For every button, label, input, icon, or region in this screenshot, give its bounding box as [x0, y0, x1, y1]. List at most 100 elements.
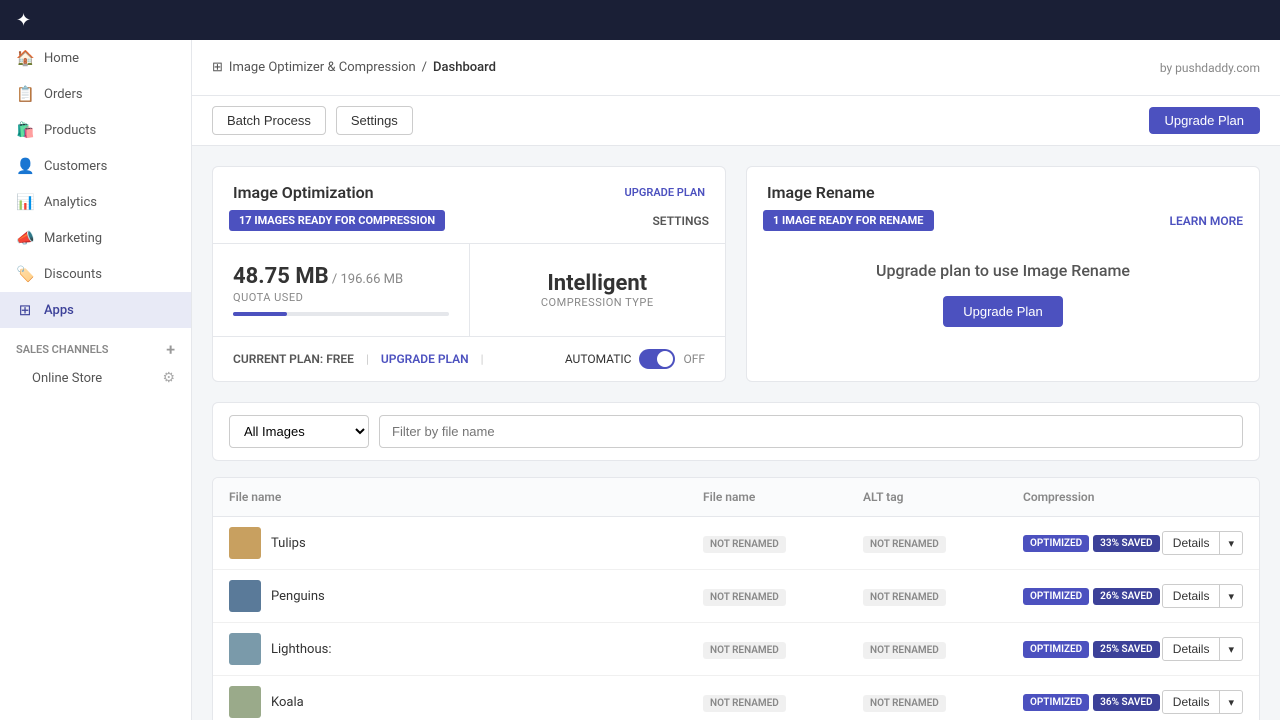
alt-tag-badge: NOT RENAMED [863, 536, 946, 553]
discounts-icon: 🏷️ [16, 265, 34, 283]
sidebar-item-apps[interactable]: ⊞ Apps [0, 292, 191, 328]
saved-badge: 33% SAVED [1093, 535, 1159, 552]
rename-banner-row: 1 IMAGE READY FOR RENAME LEARN MORE [747, 210, 1259, 231]
optimization-banner-row: 17 IMAGES READY FOR COMPRESSION SETTINGS [213, 210, 725, 231]
compression-badges: OPTIMIZED 25% SAVED [1023, 641, 1160, 658]
action-buttons: Details ▾ [1162, 637, 1243, 661]
col-header-rename: File name [703, 490, 863, 504]
sidebar-label-home: Home [44, 51, 79, 66]
automatic-label: AUTOMATIC [565, 352, 632, 366]
details-button[interactable]: Details [1162, 584, 1221, 608]
batch-process-button[interactable]: Batch Process [212, 106, 326, 135]
rename-badge-cell: NOT RENAMED [703, 536, 863, 551]
file-cell: Tulips [229, 527, 703, 559]
file-name: Lighthous: [271, 642, 331, 657]
sidebar-item-customers[interactable]: 👤Customers [0, 148, 191, 184]
table-row: Koala NOT RENAMED NOT RENAMED OPTIMIZED … [213, 676, 1259, 720]
breadcrumb-current: Dashboard [433, 60, 496, 75]
sidebar-item-analytics[interactable]: 📊 Analytics [0, 184, 191, 220]
add-sales-channel-button[interactable]: + [166, 340, 175, 359]
alt-tag-cell: NOT RENAMED [863, 536, 1023, 551]
col-header-altTag: ALT tag [863, 490, 1023, 504]
rename-content: Upgrade plan to use Image Rename Upgrade… [747, 231, 1259, 357]
details-button[interactable]: Details [1162, 637, 1221, 661]
image-filter-select[interactable]: All ImagesOptimizedNot Optimized [229, 415, 369, 448]
image-rename-card: Image Rename 1 IMAGE READY FOR RENAME LE… [746, 166, 1260, 382]
optimized-badge: OPTIMIZED [1023, 588, 1089, 605]
logo-icon: ✦ [16, 10, 31, 31]
optimization-card-header: Image Optimization UPGRADE PLAN [213, 167, 725, 202]
images-table: File nameFile nameALT tagCompression Tul… [212, 477, 1260, 720]
filter-row: All ImagesOptimizedNot Optimized [212, 402, 1260, 461]
details-button[interactable]: Details [1162, 531, 1221, 555]
file-cell: Koala [229, 686, 703, 718]
action-buttons: Details ▾ [1162, 584, 1243, 608]
quota-progress-bar [233, 312, 449, 316]
optimized-badge: OPTIMIZED [1023, 535, 1089, 552]
details-dropdown-button[interactable]: ▾ [1220, 690, 1243, 714]
quota-label: QUOTA USED [233, 291, 449, 304]
alt-tag-badge: NOT RENAMED [863, 642, 946, 659]
file-cell: Penguins [229, 580, 703, 612]
content-header: ⊞ Image Optimizer & Compression / Dashbo… [192, 40, 1280, 96]
optimization-upgrade-link[interactable]: UPGRADE PLAN [625, 186, 705, 199]
image-optimization-card: Image Optimization UPGRADE PLAN 17 IMAGE… [212, 166, 726, 382]
toolbar: Batch Process Settings Upgrade Plan [192, 96, 1280, 146]
file-thumbnail [229, 686, 261, 718]
rename-banner: 1 IMAGE READY FOR RENAME [763, 210, 934, 231]
filter-input[interactable] [379, 415, 1243, 448]
compression-badges: OPTIMIZED 33% SAVED [1023, 535, 1160, 552]
file-thumbnail [229, 633, 261, 665]
toggle-knob [657, 351, 673, 367]
details-dropdown-button[interactable]: ▾ [1220, 637, 1243, 661]
automatic-toggle-row: AUTOMATIC OFF [565, 349, 705, 369]
compression-cell: OPTIMIZED 36% SAVED Details ▾ [1023, 690, 1243, 714]
automatic-toggle[interactable] [639, 349, 675, 369]
sales-channels-title: SALES CHANNELS + [0, 328, 191, 363]
upgrade-plan-header-button[interactable]: Upgrade Plan [1149, 107, 1261, 134]
compression-cell: OPTIMIZED 25% SAVED Details ▾ [1023, 637, 1243, 661]
rename-badge-cell: NOT RENAMED [703, 642, 863, 657]
rename-upgrade-button[interactable]: Upgrade Plan [943, 296, 1063, 327]
sidebar-label-apps: Apps [44, 303, 74, 318]
quota-stat: 48.75 MB / 196.66 MB QUOTA USED [213, 244, 470, 336]
sidebar-item-online-store[interactable]: Online Store⚙ [0, 363, 191, 393]
quota-used: 48.75 MB [233, 264, 329, 289]
sidebar-item-orders[interactable]: 📋Orders [0, 76, 191, 112]
compression-cell: OPTIMIZED 26% SAVED Details ▾ [1023, 584, 1243, 608]
sidebar-label-analytics: Analytics [44, 195, 97, 210]
table-row: Penguins NOT RENAMED NOT RENAMED OPTIMIZ… [213, 570, 1259, 623]
sidebar-item-marketing[interactable]: 📣Marketing [0, 220, 191, 256]
table-row: Lighthous: NOT RENAMED NOT RENAMED OPTIM… [213, 623, 1259, 676]
compression-stat: Intelligent COMPRESSION TYPE [470, 244, 726, 336]
analytics-icon: 📊 [16, 193, 34, 211]
table-row: Tulips NOT RENAMED NOT RENAMED OPTIMIZED… [213, 517, 1259, 570]
sidebar-item-products[interactable]: 🛍️Products [0, 112, 191, 148]
file-thumbnail [229, 527, 261, 559]
settings-button[interactable]: Settings [336, 106, 413, 135]
compression-type: Intelligent [547, 271, 647, 296]
rename-badge: NOT RENAMED [703, 695, 786, 712]
rename-badge-cell: NOT RENAMED [703, 695, 863, 710]
learn-more-link[interactable]: LEARN MORE [1169, 214, 1243, 228]
action-buttons: Details ▾ [1162, 531, 1243, 555]
details-dropdown-button[interactable]: ▾ [1220, 531, 1243, 555]
alt-tag-badge: NOT RENAMED [863, 589, 946, 606]
rename-badge: NOT RENAMED [703, 536, 786, 553]
apps-icon: ⊞ [16, 301, 34, 319]
rename-badge-cell: NOT RENAMED [703, 589, 863, 604]
sidebar-item-home[interactable]: 🏠Home [0, 40, 191, 76]
details-button[interactable]: Details [1162, 690, 1221, 714]
sidebar-item-discounts[interactable]: 🏷️Discounts [0, 256, 191, 292]
current-plan-text: CURRENT PLAN: FREE [233, 352, 354, 366]
cards-row: Image Optimization UPGRADE PLAN 17 IMAGE… [212, 166, 1260, 382]
main-content: ⊞ Image Optimizer & Compression / Dashbo… [192, 40, 1280, 720]
upgrade-plan-footer-link[interactable]: UPGRADE PLAN [381, 352, 469, 366]
rename-badge: NOT RENAMED [703, 642, 786, 659]
breadcrumb-separator: / [422, 60, 427, 75]
optimization-title: Image Optimization [233, 183, 374, 202]
compression-label: COMPRESSION TYPE [541, 296, 654, 309]
optimization-settings-link[interactable]: SETTINGS [652, 214, 709, 228]
optimization-footer: CURRENT PLAN: FREE | UPGRADE PLAN | AUTO… [213, 336, 725, 381]
details-dropdown-button[interactable]: ▾ [1220, 584, 1243, 608]
